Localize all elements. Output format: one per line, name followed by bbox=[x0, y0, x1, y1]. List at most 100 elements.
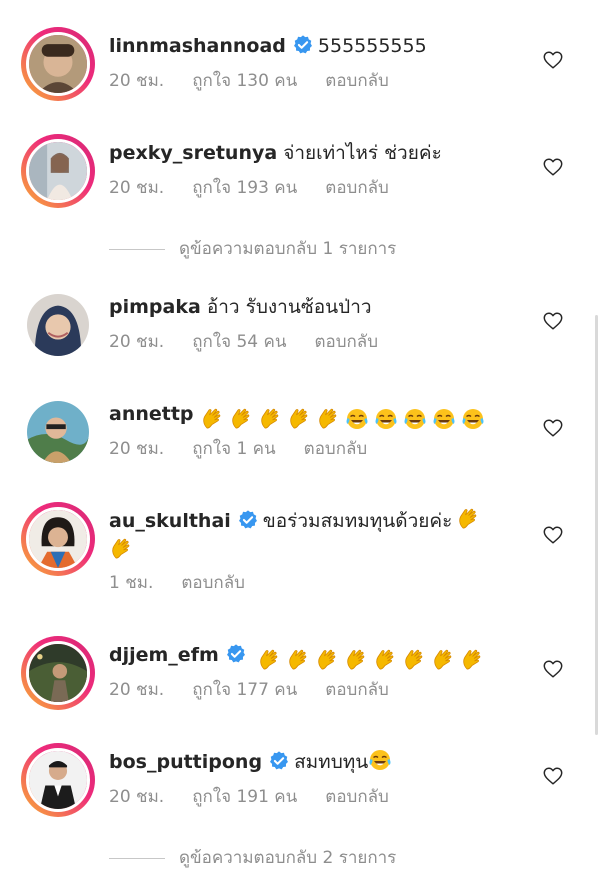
story-ring[interactable] bbox=[21, 134, 95, 208]
comment-item: annettp 20 ชม. ถูกใจ 1 คน ตอบกลับ bbox=[0, 395, 600, 495]
comment-item: bos_puttipong สมทบทุน 20 ชม. ถูกใจ 191 คน ต… bbox=[0, 743, 600, 843]
comment-time: 20 ชม. bbox=[109, 439, 165, 459]
avatar[interactable] bbox=[27, 294, 89, 356]
story-ring[interactable] bbox=[21, 502, 95, 576]
comment-text: ขอร่วมสมทมทุนด้วยค่ะ bbox=[262, 510, 453, 532]
comment-text: จ่ายเท่าไหร่ ช่วยค่ะ bbox=[283, 142, 442, 164]
comment-meta: 20 ชม. ถูกใจ 177 คน ตอบกลับ bbox=[109, 679, 417, 701]
clapping-hands-icon bbox=[316, 407, 340, 431]
emoji-row bbox=[200, 403, 490, 433]
comment-time: 1 ชม. bbox=[109, 573, 154, 593]
like-count[interactable]: ถูกใจ 1 คน bbox=[192, 439, 275, 459]
clapping-hands-icon bbox=[286, 648, 310, 672]
comment-time: 20 ชม. bbox=[109, 178, 165, 198]
like-count[interactable]: ถูกใจ 177 คน bbox=[192, 680, 297, 700]
story-ring[interactable] bbox=[21, 27, 95, 101]
avatar[interactable] bbox=[26, 748, 90, 812]
tears-of-joy-icon bbox=[461, 407, 485, 431]
heart-outline-icon[interactable] bbox=[542, 765, 564, 787]
comment-body: au_skulthai ขอร่วมสมทมทุนด้วยค่ะ bbox=[109, 506, 529, 566]
avatar[interactable] bbox=[26, 507, 90, 571]
reply-button[interactable]: ตอบกลับ bbox=[325, 787, 389, 807]
username[interactable]: pimpaka bbox=[109, 296, 201, 318]
clapping-hands-icon bbox=[229, 407, 253, 431]
like-count[interactable]: ถูกใจ 130 คน bbox=[192, 71, 297, 91]
verified-badge-icon bbox=[237, 509, 259, 531]
story-ring[interactable] bbox=[21, 636, 95, 710]
tears-of-joy-icon bbox=[368, 748, 392, 772]
clapping-hands-icon bbox=[344, 648, 368, 672]
username[interactable]: linnmashannoad bbox=[109, 35, 286, 57]
comment-body: djjem_efm bbox=[109, 640, 529, 674]
avatar-frame[interactable] bbox=[21, 288, 95, 362]
reply-button[interactable]: ตอบกลับ bbox=[304, 439, 368, 459]
comment-meta: 20 ชม. ถูกใจ 130 คน ตอบกลับ bbox=[109, 70, 417, 92]
clapping-hands-icon bbox=[456, 507, 480, 531]
comment-meta: 1 ชม. ตอบกลับ bbox=[109, 572, 273, 594]
comment-time: 20 ชม. bbox=[109, 787, 165, 807]
username[interactable]: bos_puttipong bbox=[109, 751, 262, 773]
divider-line bbox=[109, 248, 165, 250]
like-count[interactable]: ถูกใจ 54 คน bbox=[192, 332, 286, 352]
reply-button[interactable]: ตอบกลับ bbox=[325, 178, 389, 198]
verified-badge-icon bbox=[268, 750, 290, 772]
comment-item: pexky_sretunya จ่ายเท่าไหร่ ช่วยค่ะ 20 ช… bbox=[0, 134, 600, 234]
reply-button[interactable]: ตอบกลับ bbox=[325, 71, 389, 91]
comment-time: 20 ชม. bbox=[109, 71, 165, 91]
heart-outline-icon[interactable] bbox=[542, 156, 564, 178]
username[interactable]: pexky_sretunya bbox=[109, 142, 277, 164]
heart-outline-icon[interactable] bbox=[542, 658, 564, 680]
comment-body: annettp bbox=[109, 399, 529, 433]
comment-item: djjem_efm 20 ชม. ถูกใจ 177 คน ตอบกลับ bbox=[0, 636, 600, 736]
clapping-hands-icon bbox=[258, 407, 282, 431]
comment-meta: 20 ชม. ถูกใจ 191 คน ตอบกลับ bbox=[109, 786, 417, 808]
clapping-hands-icon bbox=[287, 407, 311, 431]
tears-of-joy-icon bbox=[374, 407, 398, 431]
reply-button[interactable]: ตอบกลับ bbox=[314, 332, 378, 352]
heart-outline-icon[interactable] bbox=[542, 49, 564, 71]
heart-outline-icon[interactable] bbox=[542, 417, 564, 439]
comment-meta: 20 ชม. ถูกใจ 193 คน ตอบกลับ bbox=[109, 177, 417, 199]
username[interactable]: annettp bbox=[109, 403, 194, 425]
comment-time: 20 ชม. bbox=[109, 680, 165, 700]
heart-outline-icon[interactable] bbox=[542, 310, 564, 332]
username[interactable]: djjem_efm bbox=[109, 644, 219, 666]
tears-of-joy-icon bbox=[345, 407, 369, 431]
comment-body: bos_puttipong สมทบทุน bbox=[109, 747, 529, 777]
reply-button[interactable]: ตอบกลับ bbox=[181, 573, 245, 593]
comment-text: สมทบทุน bbox=[294, 751, 369, 773]
view-replies-label[interactable]: ดูข้อความตอบกลับ 2 รายการ bbox=[179, 848, 396, 868]
clapping-hands-icon bbox=[402, 648, 426, 672]
comment-item: linnmashannoad 555555555 20 ชม. ถูกใจ 130 … bbox=[0, 27, 600, 127]
view-replies-label[interactable]: ดูข้อความตอบกลับ 1 รายการ bbox=[179, 239, 396, 259]
comment-item: pimpaka อ้าว รับงานซ้อนป่าว 20 ชม. ถูกใจ … bbox=[0, 288, 600, 388]
username[interactable]: au_skulthai bbox=[109, 510, 231, 532]
comment-body: pimpaka อ้าว รับงานซ้อนป่าว bbox=[109, 292, 529, 322]
tears-of-joy-icon bbox=[432, 407, 456, 431]
like-count[interactable]: ถูกใจ 193 คน bbox=[192, 178, 297, 198]
comment-text: อ้าว รับงานซ้อนป่าว bbox=[206, 296, 372, 318]
avatar[interactable] bbox=[26, 32, 90, 96]
comment-time: 20 ชม. bbox=[109, 332, 165, 352]
heart-outline-icon[interactable] bbox=[542, 524, 564, 546]
clapping-hands-icon bbox=[200, 407, 224, 431]
avatar-frame[interactable] bbox=[21, 395, 95, 469]
comment-meta: 20 ชม. ถูกใจ 1 คน ตอบกลับ bbox=[109, 438, 395, 460]
comment-meta: 20 ชม. ถูกใจ 54 คน ตอบกลับ bbox=[109, 331, 406, 353]
avatar[interactable] bbox=[26, 641, 90, 705]
comment-item: au_skulthai ขอร่วมสมทมทุนด้วยค่ะ 1 ชม. ตอบ… bbox=[0, 502, 600, 602]
comment-body: pexky_sretunya จ่ายเท่าไหร่ ช่วยค่ะ bbox=[109, 138, 529, 168]
comment-body: linnmashannoad 555555555 bbox=[109, 31, 529, 61]
tears-of-joy-icon bbox=[403, 407, 427, 431]
view-replies-link[interactable]: ดูข้อความตอบกลับ 1 รายการ bbox=[109, 235, 396, 262]
avatar[interactable] bbox=[27, 401, 89, 463]
story-ring[interactable] bbox=[21, 743, 95, 817]
reply-button[interactable]: ตอบกลับ bbox=[325, 680, 389, 700]
avatar[interactable] bbox=[26, 139, 90, 203]
verified-badge-icon bbox=[292, 34, 314, 56]
clapping-hands-icon bbox=[257, 648, 281, 672]
like-count[interactable]: ถูกใจ 191 คน bbox=[192, 787, 297, 807]
divider-line bbox=[109, 857, 165, 859]
clapping-hands-icon bbox=[315, 648, 339, 672]
view-replies-link[interactable]: ดูข้อความตอบกลับ 2 รายการ bbox=[109, 844, 396, 871]
